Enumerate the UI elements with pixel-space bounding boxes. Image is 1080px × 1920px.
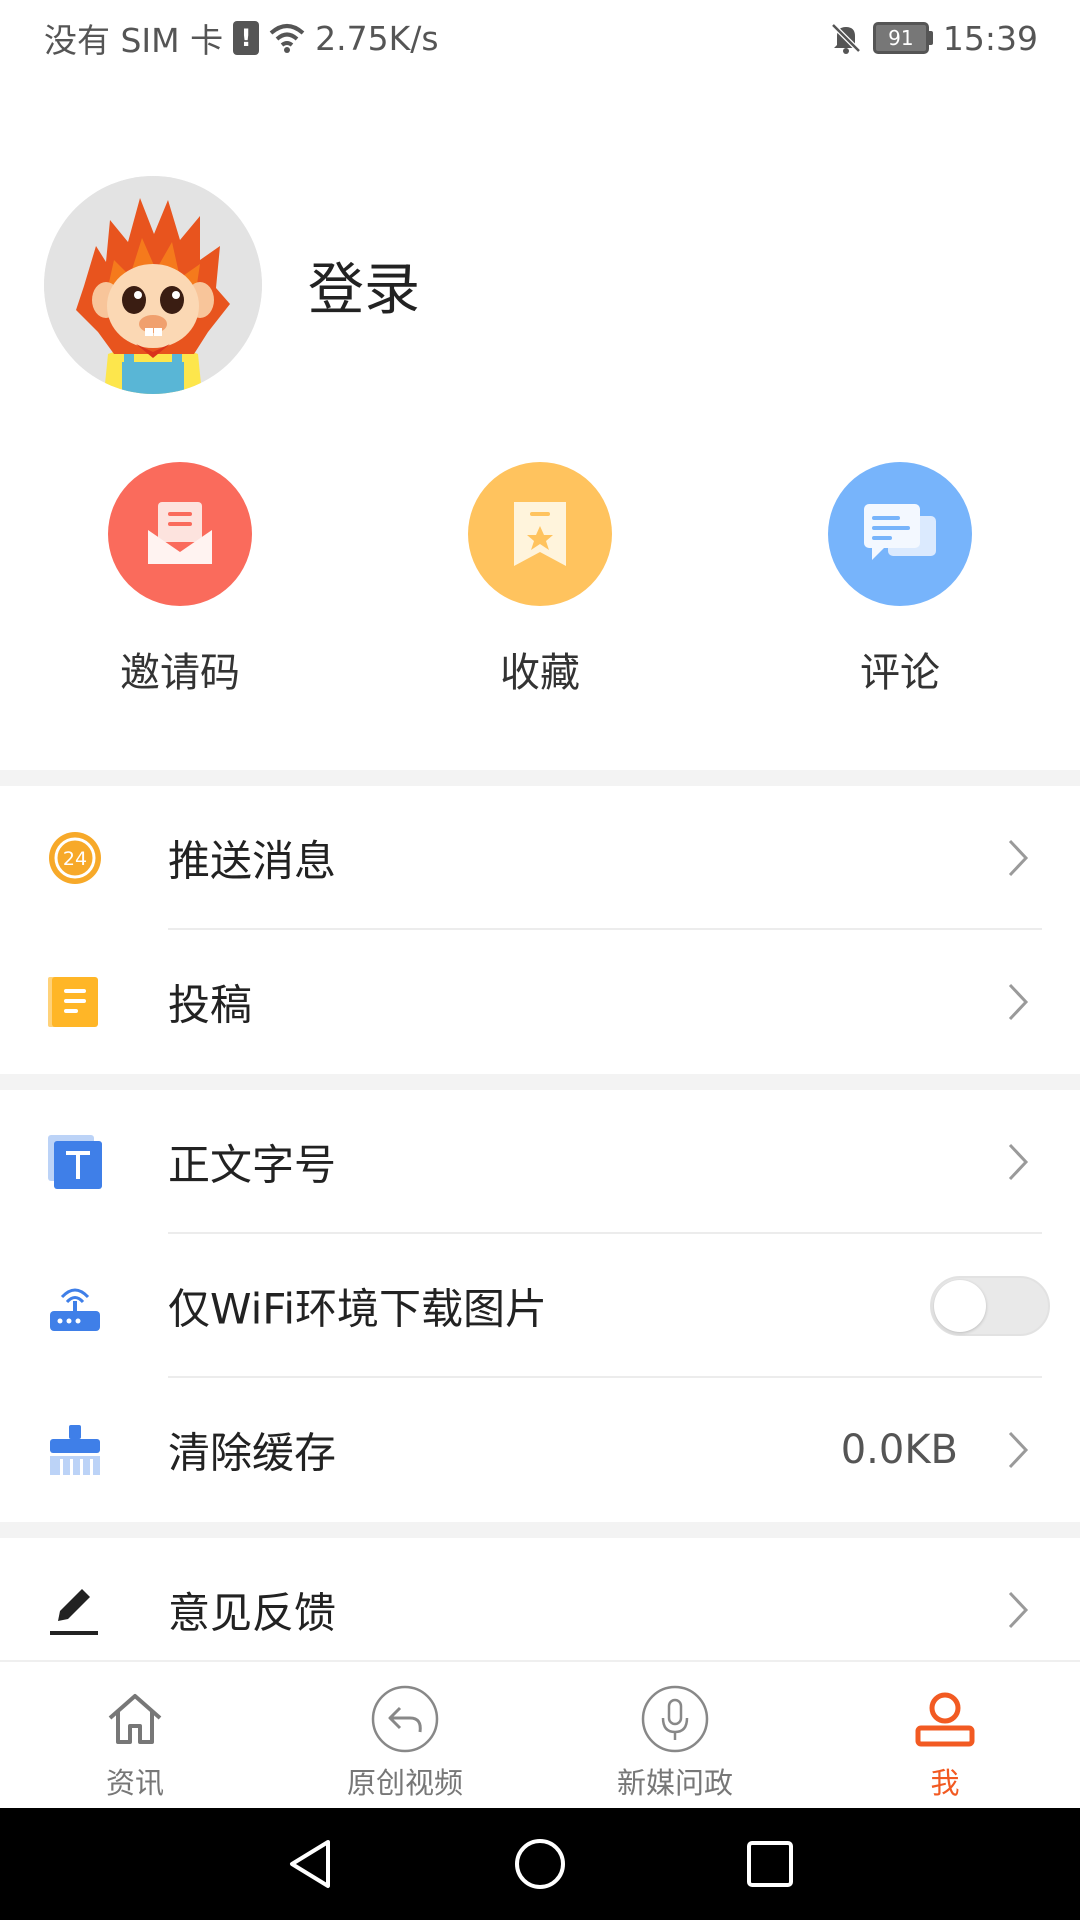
section-separator [0, 1074, 1080, 1090]
nav-new-media[interactable]: 新媒问政 [575, 1662, 775, 1810]
microphone-icon [641, 1685, 709, 1753]
submit-label: 投稿 [168, 980, 253, 1030]
quick-icon-bg [828, 462, 972, 606]
nav-new-media-label: 新媒问政 [616, 1766, 733, 1800]
clear-cache-label: 清除缓存 [168, 1428, 337, 1478]
chevron-right-icon [1008, 1591, 1029, 1629]
quick-actions: 邀请码 收藏 评论 [0, 462, 1080, 702]
toggle-knob [934, 1280, 986, 1332]
wifi-icon [269, 24, 305, 53]
invite-code-button[interactable]: 邀请码 [80, 462, 280, 698]
wifi-images-label: 仅WiFi环境下载图片 [168, 1284, 548, 1334]
network-speed: 2.75K/s [315, 18, 439, 58]
nav-me-label: 我 [930, 1766, 960, 1800]
svg-text:24: 24 [63, 848, 87, 870]
wifi-images-toggle[interactable] [930, 1276, 1050, 1336]
bell-muted-icon [831, 23, 861, 54]
comments-label: 评论 [860, 650, 940, 696]
chevron-right-icon [1008, 983, 1029, 1021]
clock: 15:39 [942, 18, 1038, 58]
font-size-label: 正文字号 [168, 1140, 337, 1190]
favorites-label: 收藏 [500, 650, 580, 696]
clear-cache-row[interactable]: 清除缓存 0.0KB [0, 1378, 1080, 1522]
feedback-label: 意见反馈 [168, 1588, 337, 1638]
favorites-button[interactable]: 收藏 [440, 462, 640, 698]
chevron-right-icon [1008, 1431, 1029, 1469]
status-left: 没有 SIM 卡 ! 2.75K/s [44, 14, 439, 62]
login-link[interactable]: 登录 [308, 245, 420, 326]
push-messages-label: 推送消息 [168, 836, 337, 886]
profile-icon [915, 1692, 975, 1747]
chevron-right-icon [1008, 839, 1029, 877]
nav-me[interactable]: 我 [845, 1662, 1045, 1810]
sim-alert-icon: ! [233, 21, 260, 55]
nav-original-video[interactable]: 原创视频 [305, 1662, 505, 1810]
nav-news[interactable]: 资讯 [35, 1662, 235, 1810]
battery-level: 91 [872, 22, 929, 54]
comments-button[interactable]: 评论 [800, 462, 1000, 698]
pencil-icon [50, 1589, 98, 1635]
cache-size-value: 0.0KB [840, 1427, 958, 1473]
invite-envelope-icon [148, 502, 212, 564]
bottom-nav: 资讯 原创视频 新媒问政 我 [0, 1660, 1080, 1808]
nav-news-label: 资讯 [105, 1766, 164, 1800]
share-arrow-icon [371, 1685, 439, 1753]
lion-mascot-icon [44, 176, 262, 394]
invite-code-label: 邀请码 [120, 650, 240, 696]
bookmark-star-icon [514, 502, 566, 566]
system-nav-bar [0, 1808, 1080, 1920]
home-icon [108, 1694, 162, 1744]
status-right: 91 15:39 [829, 19, 1038, 58]
battery-icon: 91 [872, 22, 933, 54]
avatar[interactable] [44, 176, 262, 394]
quick-icon-bg [108, 462, 252, 606]
brush-icon [50, 1425, 100, 1475]
back-icon[interactable] [282, 1836, 338, 1892]
font-size-row[interactable]: 正文字号 [0, 1090, 1080, 1234]
home-circle-icon[interactable] [512, 1836, 568, 1892]
carrier-text: 没有 SIM 卡 [44, 21, 224, 60]
submit-row[interactable]: 投稿 [0, 930, 1080, 1074]
quick-icon-bg [468, 462, 612, 606]
section-separator [0, 1522, 1080, 1538]
profile-header[interactable]: 登录 [44, 176, 420, 394]
document-icon [48, 977, 98, 1027]
push-messages-row[interactable]: 24 推送消息 [0, 786, 1080, 930]
recents-icon[interactable] [742, 1836, 798, 1892]
section-separator [0, 770, 1080, 786]
text-size-icon [48, 1135, 102, 1189]
wifi-images-row: 仅WiFi环境下载图片 [0, 1234, 1080, 1378]
router-icon [50, 1288, 100, 1331]
chevron-right-icon [1008, 1143, 1029, 1181]
clock-24-icon: 24 [49, 832, 101, 884]
comment-bubbles-icon [864, 504, 936, 560]
nav-original-video-label: 原创视频 [346, 1766, 463, 1800]
status-bar: 没有 SIM 卡 ! 2.75K/s 91 15:39 [0, 0, 1080, 76]
